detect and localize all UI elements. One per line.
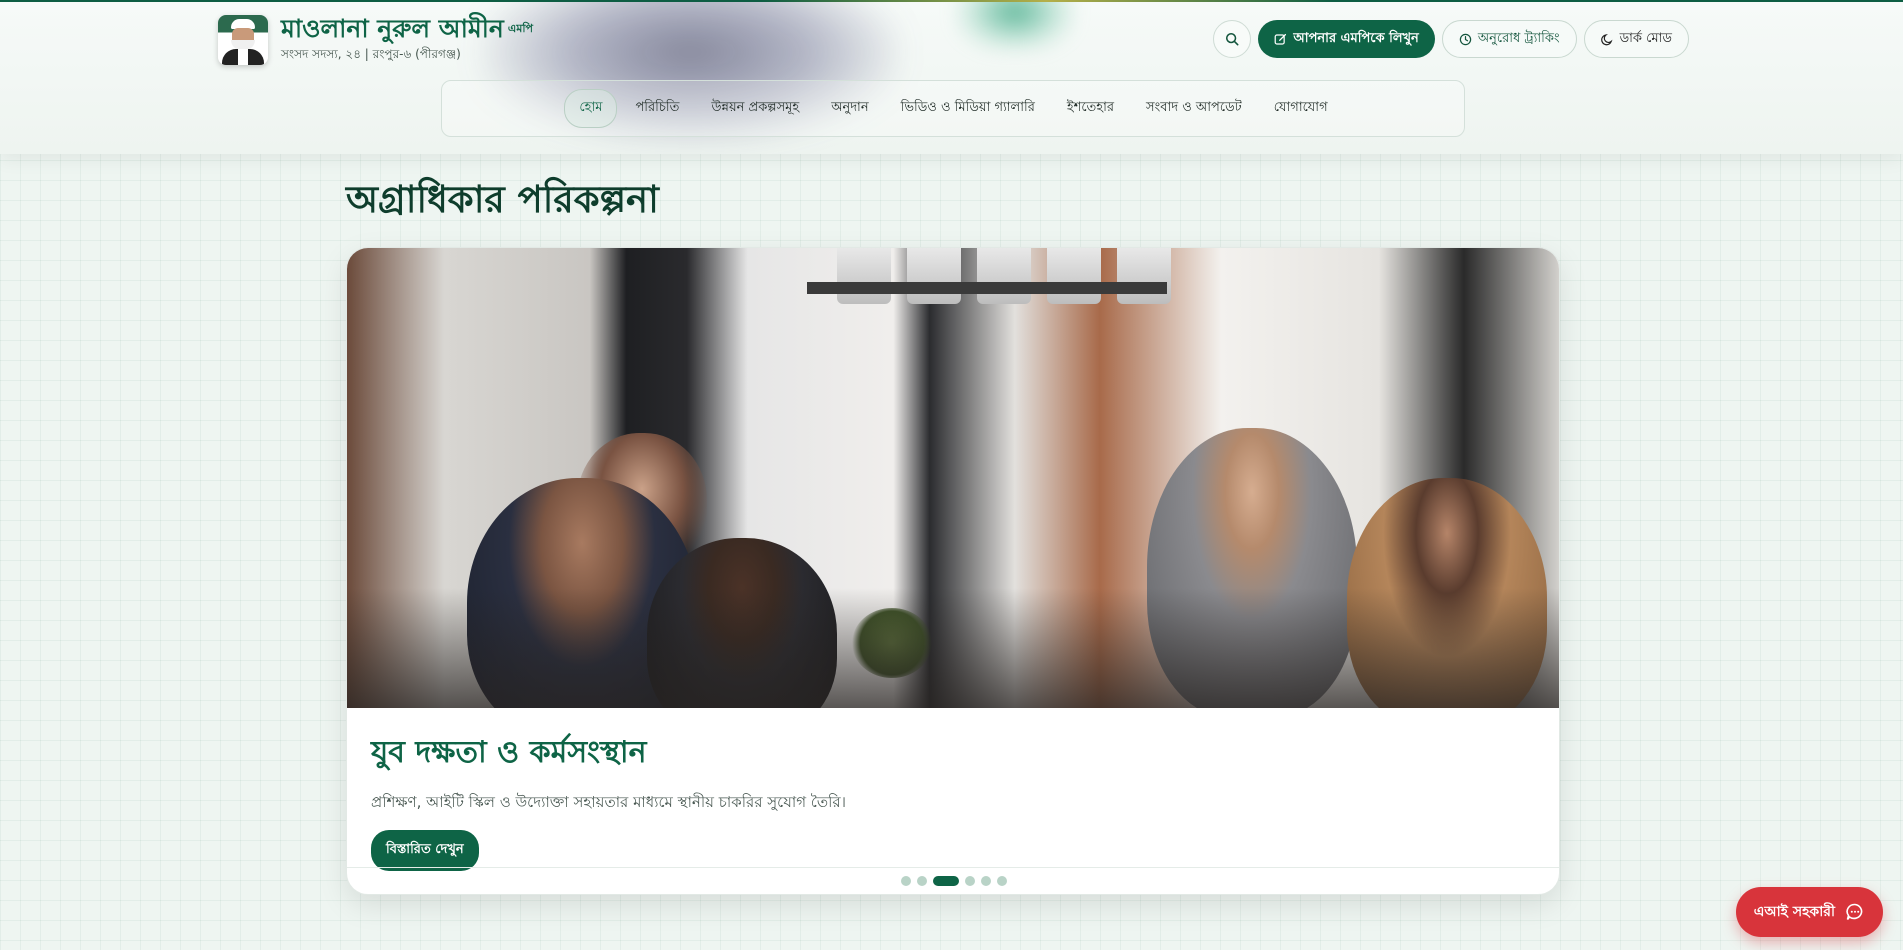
- nav-item-news[interactable]: সংবাদ ও আপডেট: [1132, 90, 1256, 127]
- request-tracking-button[interactable]: অনুরোধ ট্র্যাকিং: [1441, 20, 1577, 58]
- dark-mode-toggle[interactable]: ডার্ক মোড: [1583, 20, 1689, 58]
- carousel-dot-6[interactable]: [997, 876, 1007, 886]
- nav-item-about[interactable]: পরিচিতি: [621, 90, 693, 127]
- ai-assistant-button[interactable]: এআই সহকারী: [1735, 887, 1883, 937]
- ai-assistant-label: এআই সহকারী: [1753, 904, 1835, 920]
- carousel-dot-5[interactable]: [981, 876, 991, 886]
- carousel-dot-1[interactable]: [901, 876, 911, 886]
- search-icon: [1226, 32, 1239, 46]
- carousel-dot-3-active[interactable]: [933, 876, 959, 886]
- carousel-indicators: [347, 867, 1559, 894]
- brand-name: মাওলানা নুরুল আমীন এমপি: [281, 14, 533, 43]
- brand[interactable]: মাওলানা নুরুল আমীন এমপি সংসদ সদস্য, ২৪ | …: [218, 14, 533, 66]
- nav-item-projects[interactable]: উন্নয়ন প্রকল্পসমূহ: [697, 90, 813, 127]
- main-nav: হোম পরিচিতি উন্নয়ন প্রকল্পসমূহ অনুদান ভ…: [441, 80, 1465, 137]
- nav-item-home[interactable]: হোম: [564, 89, 618, 128]
- slide-title: যুব দক্ষতা ও কর্মসংস্থান: [371, 735, 647, 770]
- nav-item-contact[interactable]: যোগাযোগ: [1260, 90, 1342, 127]
- view-details-button[interactable]: বিস্তারিত দেখুন: [371, 830, 479, 871]
- nav-item-media-gallery[interactable]: ভিডিও ও মিডিয়া গ্যালারি: [887, 90, 1049, 127]
- site-header: মাওলানা নুরুল আমীন এমপি সংসদ সদস্য, ২৪ | …: [0, 2, 1903, 154]
- carousel-dot-2[interactable]: [917, 876, 927, 886]
- carousel-dot-4[interactable]: [965, 876, 975, 886]
- slide-description: প্রশিক্ষণ, আইটি স্কিল ও উদ্যোক্তা সহায়ত…: [371, 793, 847, 811]
- edit-icon: [1275, 33, 1287, 45]
- brand-subtitle: সংসদ সদস্য, ২৪ | রংপুর-৬ (পীরগঞ্জ): [281, 47, 461, 61]
- moon-icon: [1600, 33, 1613, 45]
- request-tracking-label: অনুরোধ ট্র্যাকিং: [1477, 30, 1560, 46]
- brand-superscript: এমপি: [507, 22, 533, 35]
- main-content: অগ্রাধিকার পরিকল্পনা যুব দক্ষতা ও কর্মসং…: [346, 170, 1560, 895]
- clock-icon: [1459, 33, 1472, 45]
- header-actions: আপনার এমপিকে লিখুন অনুরোধ ট্র্যাকিং ডার্…: [1213, 20, 1689, 58]
- write-to-mp-label: আপনার এমপিকে লিখুন: [1293, 30, 1419, 46]
- nav-item-manifesto[interactable]: ইশতেহার: [1053, 90, 1128, 127]
- avatar: [218, 15, 268, 65]
- dark-mode-label: ডার্ক মোড: [1619, 30, 1672, 46]
- section-title: অগ্রাধিকার পরিকল্পনা: [346, 178, 659, 221]
- write-to-mp-button[interactable]: আপনার এমপিকে লিখুন: [1258, 20, 1435, 58]
- chat-icon: [1846, 903, 1863, 920]
- priority-carousel-card: যুব দক্ষতা ও কর্মসংস্থান প্রশিক্ষণ, আইটি…: [346, 247, 1560, 895]
- nav-item-grants[interactable]: অনুদান: [817, 90, 882, 127]
- search-button[interactable]: [1213, 20, 1252, 58]
- slide-image: [347, 248, 1559, 708]
